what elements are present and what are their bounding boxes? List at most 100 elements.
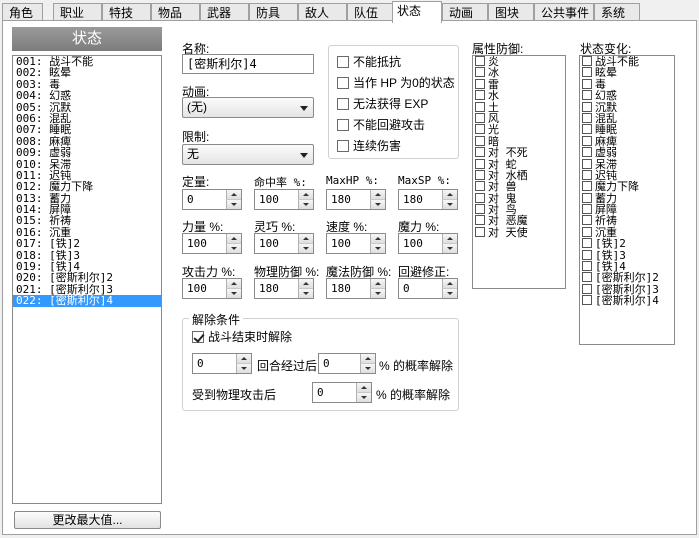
- spin-down-icon[interactable]: [370, 288, 385, 298]
- spin-down-icon[interactable]: [298, 288, 313, 298]
- checklist-item[interactable]: 水: [473, 90, 565, 101]
- spin-up-icon[interactable]: [298, 234, 313, 244]
- change-max-button[interactable]: 更改最大值...: [14, 511, 161, 529]
- list-item[interactable]: 007: 睡眠: [13, 124, 161, 135]
- int-spinner[interactable]: 100: [398, 233, 458, 254]
- checklist-item[interactable]: 对 鬼: [473, 192, 565, 204]
- agi-spinner[interactable]: 100: [326, 233, 386, 254]
- rating-spinner[interactable]: 0: [182, 189, 242, 210]
- spin-down-icon[interactable]: [298, 199, 313, 209]
- name-input[interactable]: [密斯利尔]4: [182, 54, 314, 74]
- spin-up-icon[interactable]: [298, 190, 313, 200]
- list-item[interactable]: 022: [密斯利尔]4: [13, 295, 161, 307]
- list-item[interactable]: 010: 呆滞: [13, 159, 161, 170]
- dex-spinner[interactable]: 100: [254, 233, 314, 254]
- checklist-item[interactable]: 土: [473, 101, 565, 113]
- checkbox-icon: [582, 124, 592, 135]
- spin-down-icon[interactable]: [356, 392, 371, 402]
- spin-down-icon[interactable]: [442, 288, 457, 298]
- checkbox-icon: [475, 67, 485, 78]
- release-turns-spinner[interactable]: 0: [192, 353, 252, 374]
- mdef-spinner[interactable]: 180: [326, 278, 386, 299]
- spin-up-icon[interactable]: [370, 234, 385, 244]
- checklist-item[interactable]: 对 不死: [473, 147, 565, 158]
- spin-up-icon[interactable]: [298, 279, 313, 289]
- list-item[interactable]: 009: 虚弱: [13, 147, 161, 158]
- str-spinner[interactable]: 100: [182, 233, 242, 254]
- list-item[interactable]: 018: [铁]3: [13, 250, 161, 261]
- state-change-list[interactable]: 战斗不能 眩晕毒幻惑 沉默 混乱 睡眠 麻痺 虚弱 呆滞 迟钝 魔力下降 蓄力 屏障 祈祷 沉重 [铁]2[…: [579, 55, 675, 345]
- spin-down-icon[interactable]: [370, 243, 385, 253]
- spin-up-icon[interactable]: [370, 279, 385, 289]
- option-no-evade[interactable]: 不能回避攻击: [337, 119, 425, 133]
- list-item[interactable]: 015: 祈祷: [13, 215, 161, 226]
- spin-up-icon[interactable]: [226, 279, 241, 289]
- list-item[interactable]: 002: 眩晕: [13, 67, 161, 78]
- list-item[interactable]: 019: [铁]4: [13, 261, 161, 272]
- list-item[interactable]: 003: 毒: [13, 79, 161, 90]
- spin-down-icon[interactable]: [298, 243, 313, 253]
- checklist-item[interactable]: 冰: [473, 67, 565, 78]
- checklist-item[interactable]: 对 兽: [473, 181, 565, 192]
- checklist-item[interactable]: 炎: [473, 56, 565, 67]
- spin-down-icon[interactable]: [442, 199, 457, 209]
- list-item[interactable]: 006: 混乱: [13, 113, 161, 124]
- checklist-item[interactable]: 风: [473, 112, 565, 124]
- phys-chance-spinner[interactable]: 0: [312, 382, 372, 403]
- spin-down-icon[interactable]: [226, 243, 241, 253]
- spin-up-icon[interactable]: [226, 234, 241, 244]
- spin-down-icon[interactable]: [226, 199, 241, 209]
- element-defense-list[interactable]: 炎冰雷水土风光暗对 不死对 蛇对 水栖对 兽对 鬼对 鸟对 恶魔对 天使: [472, 55, 566, 289]
- state-list[interactable]: 001: 战斗不能 002: 眩晕 003: 毒 004: 幻惑 005: 沉默 006:…: [12, 55, 162, 504]
- spin-down-icon[interactable]: [236, 363, 251, 373]
- tab-states[interactable]: 状态: [392, 1, 442, 23]
- animation-select[interactable]: (无): [182, 97, 314, 118]
- option-zero-hp[interactable]: 当作 HP 为0的状态: [337, 77, 455, 91]
- list-item[interactable]: 008: 麻痺: [13, 136, 161, 147]
- pdef-spinner[interactable]: 180: [254, 278, 314, 299]
- list-item[interactable]: 021: [密斯利尔]3: [13, 284, 161, 295]
- spin-up-icon[interactable]: [360, 354, 375, 364]
- list-item[interactable]: 005: 沉默: [13, 102, 161, 113]
- list-item[interactable]: 011: 迟钝: [13, 170, 161, 181]
- maxhp-spinner[interactable]: 180: [326, 189, 386, 210]
- turns-chance-spinner[interactable]: 0: [318, 353, 376, 374]
- list-item[interactable]: 014: 屏障: [13, 204, 161, 215]
- battle-end-release-checkbox[interactable]: 战斗结束时解除: [192, 331, 292, 345]
- phys-chance-label: % 的概率解除: [376, 388, 451, 402]
- spin-down-icon[interactable]: [360, 363, 375, 373]
- list-item[interactable]: 016: 沉重: [13, 227, 161, 238]
- list-item[interactable]: 001: 战斗不能: [13, 56, 161, 67]
- spin-up-icon[interactable]: [370, 190, 385, 200]
- atk-spinner[interactable]: 100: [182, 278, 242, 299]
- spin-up-icon[interactable]: [442, 279, 457, 289]
- spin-up-icon[interactable]: [442, 190, 457, 200]
- checklist-item[interactable]: 对 天使: [473, 226, 565, 238]
- list-item[interactable]: 004: 幻惑: [13, 90, 161, 101]
- spin-up-icon[interactable]: [356, 383, 371, 393]
- release-title: 解除条件: [189, 311, 244, 328]
- list-item[interactable]: 017: [铁]2: [13, 238, 161, 249]
- list-item[interactable]: 012: 魔力下降: [13, 181, 161, 192]
- checklist-item[interactable]: 光: [473, 124, 565, 135]
- spin-up-icon[interactable]: [226, 190, 241, 200]
- option-slip-damage[interactable]: 连续伤害: [337, 140, 401, 154]
- restriction-select[interactable]: 无: [182, 144, 314, 165]
- option-no-exp[interactable]: 无法获得 EXP: [337, 98, 428, 112]
- list-item[interactable]: 013: 蓄力: [13, 193, 161, 204]
- checklist-item[interactable]: [密斯利尔]4: [580, 295, 674, 306]
- spin-down-icon[interactable]: [226, 288, 241, 298]
- checklist-item[interactable]: 雷: [473, 78, 565, 90]
- spin-up-icon[interactable]: [236, 354, 251, 364]
- option-no-resist[interactable]: 不能抵抗: [337, 56, 401, 70]
- spin-down-icon[interactable]: [442, 243, 457, 253]
- list-item[interactable]: 020: [密斯利尔]2: [13, 272, 161, 283]
- checkbox-icon: [582, 181, 592, 192]
- checklist-item[interactable]: 对 水栖: [473, 169, 565, 181]
- hit-rate-spinner[interactable]: 100: [254, 189, 314, 210]
- spin-down-icon[interactable]: [370, 199, 385, 209]
- spin-up-icon[interactable]: [442, 234, 457, 244]
- option-label: 不能回避攻击: [353, 118, 426, 132]
- eva-spinner[interactable]: 0: [398, 278, 458, 299]
- maxsp-spinner[interactable]: 180: [398, 189, 458, 210]
